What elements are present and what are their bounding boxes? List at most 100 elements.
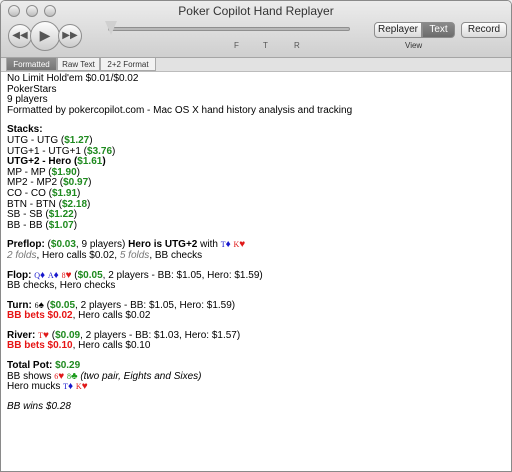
shown-card: 8♣ xyxy=(67,371,78,382)
board-card: Q♦ xyxy=(34,270,45,281)
action-text: , BB checks xyxy=(149,249,203,261)
stack-amount: $1.61 xyxy=(77,156,103,168)
rewind-button[interactable]: ◀◀ xyxy=(8,24,32,48)
stack-row: BTN - BTN ($2.18) xyxy=(7,198,91,210)
stack-row: UTG - UTG ($1.27) xyxy=(7,134,93,146)
pot-amount: $0.05 xyxy=(77,269,103,281)
board-card: T♥ xyxy=(38,330,49,341)
stacks-section: Stacks: UTG - UTG ($1.27) UTG+1 - UTG+1 … xyxy=(7,125,507,231)
replay-slider-track[interactable] xyxy=(108,27,350,31)
turn-action: BB bets $0.02, Hero calls $0.02 xyxy=(7,310,507,322)
shown-card: 6♥ xyxy=(54,371,64,382)
mucked-card: K♥ xyxy=(76,381,88,392)
hand-description: (two pair, Eights and Sixes) xyxy=(80,370,202,382)
pot-info: , 2 players - BB: $1.03, Hero: $1.57) xyxy=(80,329,241,341)
heart-suit-icon: ♥ xyxy=(58,370,65,382)
action-text: , Hero calls $0.10 xyxy=(72,340,151,352)
stack-row: MP2 - MP2 ($0.97) xyxy=(7,177,92,189)
hand-history-text: No Limit Hold'em $0.01/$0.02 PokerStars … xyxy=(7,73,507,412)
fast-forward-icon: ▶▶ xyxy=(62,30,78,41)
hole-card: K♥ xyxy=(234,239,246,251)
heart-suit-icon: ♥ xyxy=(81,381,88,393)
club-suit-icon: ♣ xyxy=(70,370,78,382)
bet-text: BB bets $0.10 xyxy=(7,340,73,352)
action-text: BB shows xyxy=(7,370,55,382)
board-card: A♦ xyxy=(48,270,59,281)
game-type: No Limit Hold'em $0.01/$0.02 xyxy=(7,73,139,84)
hole-card: T♦ xyxy=(221,239,231,251)
pot-info: , 2 players - BB: $1.05, Hero: $1.59) xyxy=(75,299,236,311)
stack-position: BTN - BTN xyxy=(7,198,56,210)
pot-amount: $0.03 xyxy=(50,239,76,251)
stack-position: CO - CO xyxy=(7,187,46,199)
stack-row-hero: UTG+2 - Hero ($1.61) xyxy=(7,156,106,168)
pot-info: , 9 players) xyxy=(75,239,126,251)
stack-amount: $0.97 xyxy=(63,177,89,189)
stack-amount: $1.91 xyxy=(52,187,78,199)
diamond-suit-icon: ♦ xyxy=(68,381,74,393)
stack-amount: $1.27 xyxy=(64,134,90,146)
action-text: Hero mucks xyxy=(7,381,64,393)
site-name: PokerStars xyxy=(7,83,57,95)
pot-amount: $0.09 xyxy=(55,329,81,341)
diamond-suit-icon: ♦ xyxy=(225,239,231,251)
rewind-icon: ◀◀ xyxy=(12,30,28,41)
total-pot-label: Total Pot: xyxy=(7,360,53,372)
flop-action: BB checks, Hero checks xyxy=(7,280,116,292)
showdown-section: Total Pot: $0.29 BB shows 6♥ 8♣ (two pai… xyxy=(7,360,507,393)
hero-mucks: Hero mucks T♦ K♥ xyxy=(7,381,507,393)
hero-position: Hero is UTG+2 xyxy=(128,239,198,251)
fold-count: 5 folds xyxy=(119,249,150,261)
street-label: River: xyxy=(7,329,36,341)
connector-text: with xyxy=(197,239,221,251)
action-text: , Hero calls $0.02, xyxy=(36,249,120,261)
tab-raw-text[interactable]: Raw Text xyxy=(57,58,100,71)
stack-position: UTG+2 - Hero xyxy=(7,156,72,168)
stack-amount: $2.18 xyxy=(62,198,88,210)
street-marker-turn: T xyxy=(263,41,268,50)
turn-section: Turn: 6♠ ($0.05, 2 players - BB: $1.05, … xyxy=(7,299,507,322)
stack-row: BB - BB ($1.07) xyxy=(7,219,78,231)
pot-amount: $0.05 xyxy=(50,299,76,311)
flop-section: Flop: Q♦ A♦ 8♥ ($0.05, 2 players - BB: $… xyxy=(7,269,507,292)
window-toolbar: Poker Copilot Hand Replayer ◀◀ ▶ ▶▶ F T … xyxy=(1,1,511,58)
hand-result: BB wins $0.28 xyxy=(7,400,71,412)
diamond-suit-icon: ♦ xyxy=(53,269,59,281)
bet-text: BB bets $0.02 xyxy=(7,310,73,322)
view-replayer-button[interactable]: Replayer xyxy=(374,22,422,38)
stack-amount: $1.22 xyxy=(48,209,74,221)
window-title: Poker Copilot Hand Replayer xyxy=(178,4,334,18)
stack-row: SB - SB ($1.22) xyxy=(7,209,78,221)
stack-position: BB - BB xyxy=(7,219,43,231)
tab-formatted[interactable]: Formatted xyxy=(6,58,57,71)
diamond-suit-icon: ♦ xyxy=(40,269,46,281)
action-text: , Hero calls $0.02 xyxy=(72,310,151,322)
play-icon: ▶ xyxy=(39,27,51,43)
street-label: Flop: xyxy=(7,269,32,281)
heart-suit-icon: ♥ xyxy=(43,329,49,341)
view-text-button[interactable]: Text xyxy=(422,22,455,38)
stack-amount: $1.90 xyxy=(51,166,77,178)
street-label: Turn: xyxy=(7,299,32,311)
replay-slider-thumb[interactable] xyxy=(105,21,117,35)
play-button[interactable]: ▶ xyxy=(30,21,60,51)
format-tabbar: Formatted Raw Text 2+2 Format xyxy=(1,58,511,72)
heart-suit-icon: ♥ xyxy=(239,239,246,251)
tab-2plus2-format[interactable]: 2+2 Format xyxy=(100,58,156,71)
river-action: BB bets $0.10, Hero calls $0.10 xyxy=(7,341,507,352)
street-marker-river: R xyxy=(294,41,300,50)
preflop-section: Preflop: ($0.03, 9 players) Hero is UTG+… xyxy=(7,240,507,261)
pot-info: , 2 players - BB: $1.05, Hero: $1.59) xyxy=(102,269,263,281)
hand-replayer-window: Poker Copilot Hand Replayer ◀◀ ▶ ▶▶ F T … xyxy=(0,0,512,472)
street-label: Preflop: xyxy=(7,239,45,251)
record-button[interactable]: Record xyxy=(461,22,507,38)
stack-position: MP - MP xyxy=(7,166,46,178)
formatted-by: Formatted by pokercopilot.com - Mac OS X… xyxy=(7,104,353,116)
heart-suit-icon: ♥ xyxy=(65,269,72,281)
stack-position: UTG - UTG xyxy=(7,134,59,146)
stack-amount: $1.07 xyxy=(48,219,74,231)
stack-position: UTG+1 - UTG+1 xyxy=(7,145,81,157)
view-label: View xyxy=(405,41,423,50)
fast-forward-button[interactable]: ▶▶ xyxy=(58,24,82,48)
stack-amount: $3.76 xyxy=(87,145,113,157)
